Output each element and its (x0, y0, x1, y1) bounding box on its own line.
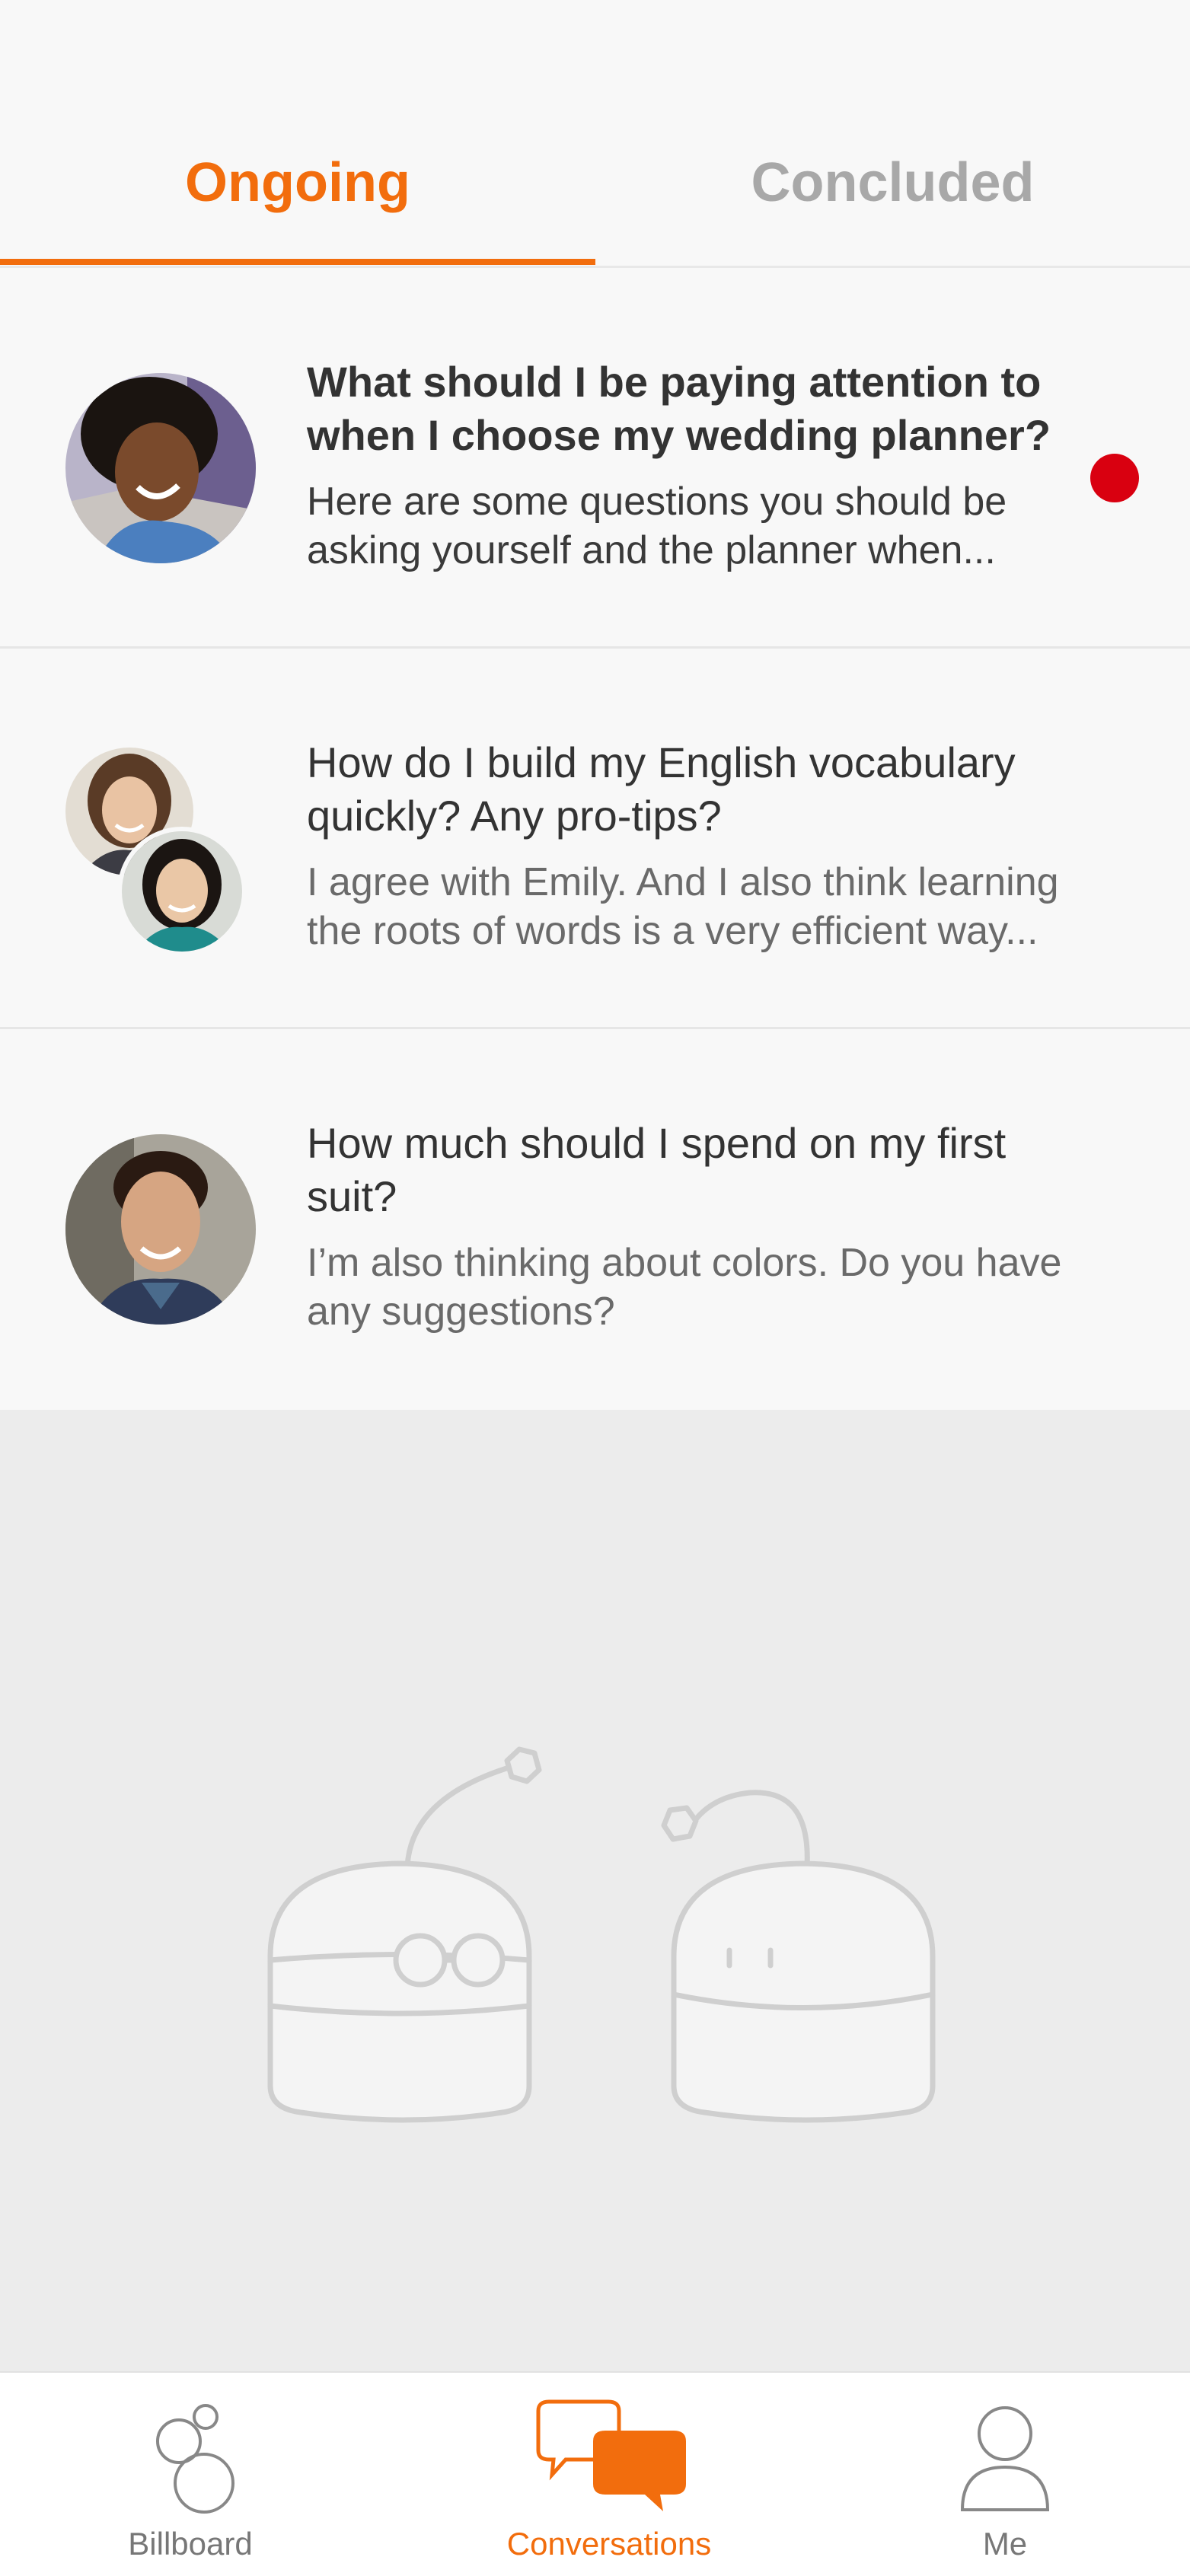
bottom-nav: Billboard Conversations Me (0, 2371, 1190, 2576)
nav-billboard-label: Billboard (128, 2526, 253, 2562)
conversations-screen: Ongoing Concluded What should I be payin… (0, 0, 1190, 2576)
nav-billboard[interactable]: Billboard (76, 2373, 305, 2576)
chat-bubbles-icon (529, 2396, 689, 2521)
person-icon (952, 2396, 1058, 2521)
conversation-title: What should I be paying attention to whe… (307, 358, 1051, 459)
tab-concluded[interactable]: Concluded (595, 145, 1190, 221)
nav-conversations[interactable]: Conversations (457, 2373, 761, 2576)
conversation-preview: Here are some questions you should be as… (307, 480, 1007, 572)
active-tab-indicator (0, 259, 595, 265)
conversation-title: How do I build my English vocabulary qui… (307, 738, 1016, 840)
conversation-list: What should I be paying attention to whe… (0, 268, 1190, 1410)
avatar (65, 373, 256, 563)
conversation-preview: I’m also thinking about colors. Do you h… (307, 1241, 1062, 1334)
bubbles-icon (137, 2396, 244, 2521)
nav-conversations-label: Conversations (506, 2526, 712, 2562)
tab-bar: Ongoing Concluded (0, 0, 1190, 268)
unread-indicator (1090, 454, 1139, 502)
nav-me[interactable]: Me (891, 2373, 1119, 2576)
conversation-row[interactable]: How do I build my English vocabulary qui… (0, 649, 1190, 1029)
conversation-preview: I agree with Emily. And I also think lea… (307, 860, 1059, 953)
robots-illustration (251, 1728, 959, 2139)
tab-ongoing[interactable]: Ongoing (0, 145, 595, 221)
conversation-title: How much should I spend on my first suit… (307, 1119, 1007, 1220)
nav-me-label: Me (982, 2526, 1028, 2562)
avatar (117, 827, 247, 956)
avatar (65, 1134, 256, 1325)
conversation-row[interactable]: How much should I spend on my first suit… (0, 1029, 1190, 1410)
conversation-row[interactable]: What should I be paying attention to whe… (0, 268, 1190, 649)
